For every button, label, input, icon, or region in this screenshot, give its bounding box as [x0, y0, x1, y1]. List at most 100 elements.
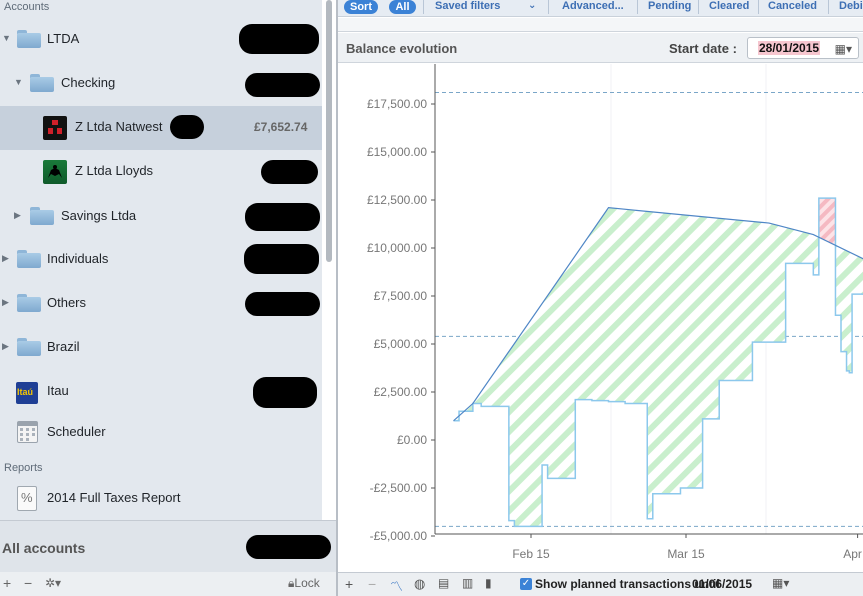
difference-area — [453, 198, 863, 527]
planned-until-date[interactable]: 01/06/2015 — [692, 577, 752, 591]
redacted-balance — [244, 244, 319, 274]
sidebar-item-savings-ltda[interactable]: ▶ Savings Ltda — [0, 195, 322, 239]
advanced-filter-button[interactable]: Advanced... — [562, 0, 624, 12]
sidebar-item-ltda[interactable]: ▼ LTDA — [0, 18, 322, 62]
chart-svg: £17,500.00 £15,000.00 £12,500.00 £10,000.00… — [367, 64, 863, 561]
gear-icon[interactable]: ✲▾ — [45, 576, 61, 590]
pending-filter-button[interactable]: Pending — [648, 0, 691, 12]
sidebar-scrollbar[interactable] — [326, 0, 332, 262]
calendar-icon[interactable]: ▦▾ — [772, 576, 789, 590]
y-tick-label: £15,000.00 — [367, 145, 427, 159]
reports-section-header: Reports — [4, 462, 43, 474]
add-icon[interactable]: + — [345, 576, 353, 592]
disclosure-expanded-icon[interactable]: ▼ — [2, 33, 11, 43]
folder-icon — [17, 294, 41, 312]
saved-filters-menu[interactable]: Saved filters — [435, 0, 500, 12]
add-icon[interactable]: + — [3, 575, 11, 591]
disclosure-collapsed-icon[interactable]: ▶ — [14, 210, 21, 221]
lock-button[interactable]: 🔒︎Lock — [288, 576, 320, 591]
redacted-balance — [245, 203, 320, 231]
disclosure-collapsed-icon[interactable]: ▶ — [2, 253, 9, 264]
filter-all-button[interactable]: All — [389, 0, 416, 14]
sidebar-item-label: Z Ltda Natwest — [75, 119, 163, 134]
y-tick-label: £12,500.00 — [367, 193, 427, 207]
sidebar-item-brazil[interactable]: ▶ Brazil — [0, 326, 322, 370]
y-tick-label: £2,500.00 — [374, 385, 428, 399]
y-tick-label: £0.00 — [397, 433, 427, 447]
folder-icon — [30, 207, 54, 225]
cleared-filter-button[interactable]: Cleared — [709, 0, 749, 12]
disclosure-collapsed-icon[interactable]: ▶ — [2, 341, 9, 352]
y-tick-label: £7,500.00 — [374, 289, 428, 303]
x-axis-ticks: Feb 15 Mar 15 Apr 1 — [512, 534, 863, 561]
account-balance: £7,652.74 — [254, 120, 308, 134]
sidebar-item-2014-full-taxes-report[interactable]: % 2014 Full Taxes Report — [0, 477, 322, 521]
folder-icon — [30, 74, 54, 92]
y-axis-ticks: £17,500.00 £15,000.00 £12,500.00 £10,000.00… — [367, 97, 435, 543]
transaction-table-header-strip — [338, 18, 863, 32]
disclosure-expanded-icon[interactable]: ▼ — [14, 77, 23, 87]
calendar-icon — [17, 421, 38, 443]
sidebar-item-label: Z Ltda Lloyds — [75, 163, 154, 178]
folder-icon — [17, 250, 41, 268]
sidebar-item-label: Itau — [47, 383, 69, 398]
y-tick-label: £17,500.00 — [367, 97, 427, 111]
sidebar-item-z-ltda-natwest[interactable]: Z Ltda Natwest £7,652.74 — [0, 106, 322, 150]
sidebar-item-itau[interactable]: Itaú Itau — [0, 370, 322, 414]
show-planned-checkbox[interactable]: ✓ — [520, 578, 532, 590]
sidebar-item-individuals[interactable]: ▶ Individuals — [0, 238, 322, 282]
sidebar-item-z-ltda-lloyds[interactable]: Z Ltda Lloyds — [0, 150, 322, 194]
y-tick-label: -£5,000.00 — [370, 529, 428, 543]
sidebar-item-label: Brazil — [47, 339, 80, 354]
lock-label: Lock — [294, 576, 320, 590]
report-icon: % — [17, 486, 37, 511]
chevron-down-icon[interactable]: ⌄ — [528, 0, 536, 12]
redacted-balance — [261, 160, 318, 184]
table-icon[interactable]: ▤ — [438, 576, 449, 590]
stacked-bars-icon[interactable]: ▥ — [462, 576, 473, 590]
y-tick-label: -£2,500.00 — [370, 481, 428, 495]
sidebar-item-others[interactable]: ▶ Others — [0, 282, 322, 326]
separator — [758, 0, 759, 14]
canceled-filter-button[interactable]: Canceled — [768, 0, 817, 12]
redacted-info — [170, 115, 204, 139]
redacted-total — [246, 535, 331, 559]
sidebar-item-scheduler[interactable]: Scheduler — [0, 411, 322, 455]
disclosure-collapsed-icon[interactable]: ▶ — [2, 297, 9, 308]
sort-button[interactable]: Sort — [344, 0, 378, 14]
x-tick-label: Feb 15 — [512, 547, 550, 561]
remove-icon[interactable]: − — [368, 576, 376, 592]
sidebar-item-checking[interactable]: ▼ Checking — [0, 62, 322, 106]
separator — [423, 0, 424, 14]
start-date-field[interactable]: 28/01/2015 ▦▾ — [747, 37, 859, 59]
separator — [637, 0, 638, 14]
filter-bar: Sort All Saved filters ⌄ Advanced... Pen… — [338, 0, 863, 17]
natwest-icon — [43, 116, 67, 140]
redacted-balance — [245, 292, 320, 316]
sidebar-item-label: LTDA — [47, 31, 80, 46]
remove-icon[interactable]: − — [24, 575, 32, 591]
itau-icon: Itaú — [16, 382, 38, 404]
redacted-balance — [245, 73, 320, 97]
globe-icon[interactable]: ◍ — [414, 576, 425, 592]
x-tick-label: Apr 1 — [843, 547, 863, 561]
debit-filter-button[interactable]: Debi — [839, 0, 863, 12]
bar-chart-icon[interactable]: ▮ — [485, 576, 492, 590]
start-date-value: 28/01/2015 — [758, 41, 821, 55]
lloyds-icon — [43, 160, 67, 184]
balance-chart: £17,500.00 £15,000.00 £12,500.00 £10,000.00… — [338, 64, 863, 572]
redacted-balance — [253, 377, 317, 408]
all-accounts-label: All accounts — [2, 540, 86, 556]
x-tick-label: Mar 15 — [667, 547, 705, 561]
calendar-icon[interactable]: ▦▾ — [835, 42, 852, 56]
sidebar-item-label: Checking — [61, 75, 116, 90]
all-accounts-row[interactable]: All accounts — [0, 520, 336, 572]
sidebar-item-label: Scheduler — [47, 424, 106, 439]
sidebar-item-label: 2014 Full Taxes Report — [47, 490, 181, 505]
separator — [828, 0, 829, 14]
y-tick-label: £10,000.00 — [367, 241, 427, 255]
start-date-label: Start date : — [669, 41, 737, 56]
line-chart-icon[interactable]: 〽 — [390, 576, 403, 595]
sidebar: Accounts ▼ LTDA ▼ Checking Z Ltda Natwes… — [0, 0, 322, 596]
folder-icon — [17, 30, 41, 48]
